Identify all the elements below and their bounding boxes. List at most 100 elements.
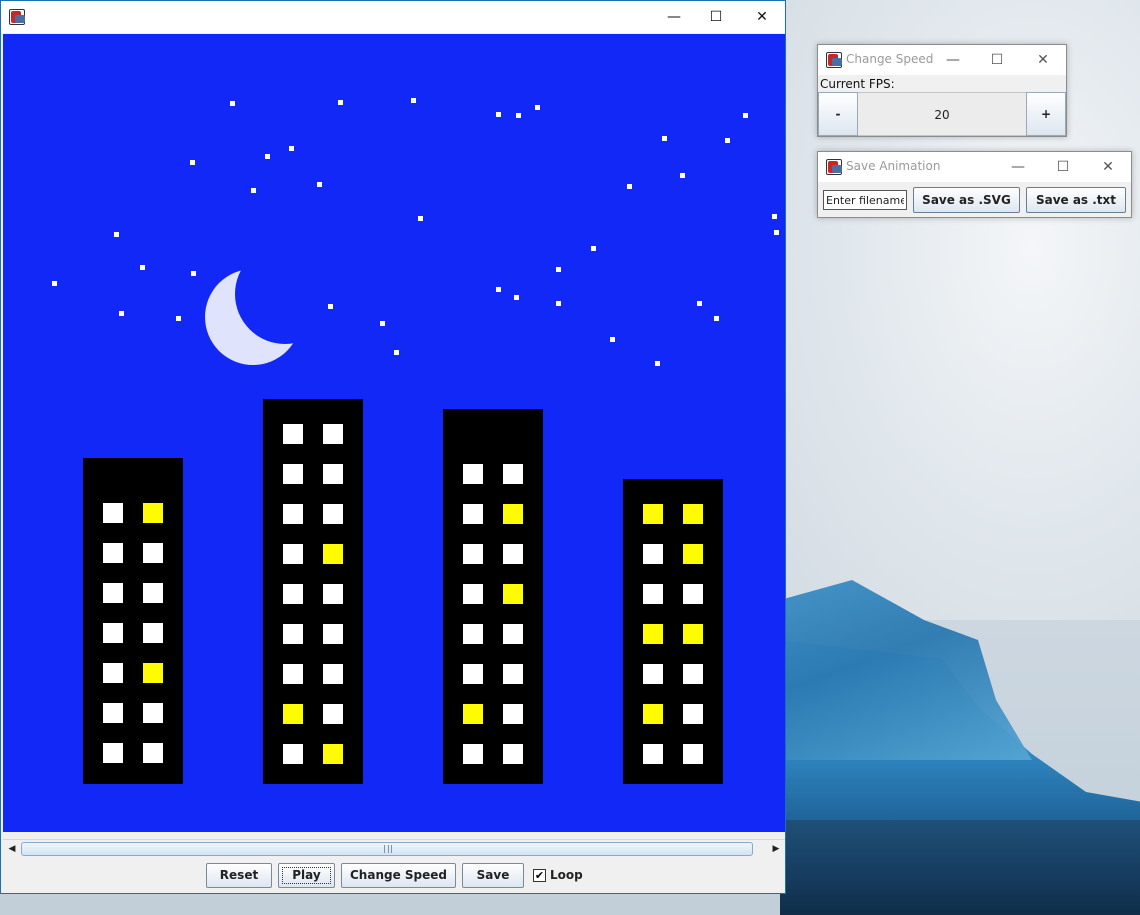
star xyxy=(655,361,660,366)
star xyxy=(743,113,748,118)
star xyxy=(556,301,561,306)
save-animation-titlebar[interactable]: Save Animation — ☐ ✕ xyxy=(818,152,1131,182)
save-animation-title: Save Animation xyxy=(846,159,941,173)
lit-window xyxy=(323,544,343,564)
star xyxy=(190,160,195,165)
star xyxy=(119,311,124,316)
lit-window xyxy=(683,504,703,524)
unlit-window xyxy=(643,584,663,604)
close-button[interactable]: ✕ xyxy=(1020,45,1066,75)
unlit-window xyxy=(683,664,703,684)
lit-window xyxy=(503,584,523,604)
unlit-window xyxy=(283,584,303,604)
save-svg-button[interactable]: Save as .SVG xyxy=(913,187,1020,213)
lit-window xyxy=(323,744,343,764)
unlit-window xyxy=(503,624,523,644)
unlit-window xyxy=(143,583,163,603)
unlit-window xyxy=(283,744,303,764)
star xyxy=(496,112,501,117)
unlit-window xyxy=(323,504,343,524)
star xyxy=(662,136,667,141)
desktop-sea xyxy=(780,820,1140,915)
unlit-window xyxy=(683,744,703,764)
close-button[interactable]: ✕ xyxy=(1085,152,1131,182)
star xyxy=(627,184,632,189)
star xyxy=(230,101,235,106)
minimize-button[interactable]: — xyxy=(995,152,1041,182)
unlit-window xyxy=(463,624,483,644)
unlit-window xyxy=(283,424,303,444)
save-button[interactable]: Save xyxy=(462,863,524,888)
unlit-window xyxy=(283,464,303,484)
main-titlebar[interactable]: — ☐ ✕ xyxy=(1,1,785,33)
star xyxy=(772,214,777,219)
star xyxy=(176,316,181,321)
lit-window xyxy=(283,704,303,724)
increase-fps-button[interactable]: + xyxy=(1026,92,1066,136)
star xyxy=(338,100,343,105)
filename-input[interactable] xyxy=(823,190,907,210)
lit-window xyxy=(643,504,663,524)
maximize-button[interactable]: ☐ xyxy=(693,1,739,33)
change-speed-button[interactable]: Change Speed xyxy=(341,863,456,888)
star xyxy=(535,105,540,110)
maximize-button[interactable]: ☐ xyxy=(1040,152,1086,182)
unlit-window xyxy=(463,544,483,564)
play-button[interactable]: Play xyxy=(278,863,335,888)
scroll-left-arrow[interactable]: ◀ xyxy=(5,842,19,856)
lit-window xyxy=(643,704,663,724)
close-button[interactable]: ✕ xyxy=(739,1,785,33)
star xyxy=(516,113,521,118)
building xyxy=(263,399,363,784)
unlit-window xyxy=(463,584,483,604)
unlit-window xyxy=(103,703,123,723)
change-speed-titlebar[interactable]: Change Speed — ☐ ✕ xyxy=(818,45,1066,75)
loop-checkbox[interactable]: ✔ xyxy=(533,869,546,882)
horizontal-scrollbar[interactable]: ◀ ▶ xyxy=(3,839,785,857)
unlit-window xyxy=(323,624,343,644)
current-fps-label: Current FPS: xyxy=(820,77,895,91)
save-animation-dialog: Save Animation — ☐ ✕ Save as .SVG Save a… xyxy=(817,151,1132,218)
save-txt-button[interactable]: Save as .txt xyxy=(1026,187,1126,213)
star xyxy=(394,350,399,355)
unlit-window xyxy=(103,503,123,523)
building xyxy=(83,458,183,784)
unlit-window xyxy=(683,704,703,724)
java-app-icon xyxy=(826,159,842,175)
unlit-window xyxy=(103,583,123,603)
unlit-window xyxy=(103,663,123,683)
reset-button[interactable]: Reset xyxy=(206,863,272,888)
unlit-window xyxy=(143,543,163,563)
loop-label: Loop xyxy=(550,868,583,882)
unlit-window xyxy=(463,664,483,684)
scroll-right-arrow[interactable]: ▶ xyxy=(769,842,783,856)
maximize-button[interactable]: ☐ xyxy=(974,45,1020,75)
unlit-window xyxy=(323,584,343,604)
grip-icon xyxy=(384,845,392,853)
unlit-window xyxy=(323,664,343,684)
unlit-window xyxy=(283,544,303,564)
scroll-thumb[interactable] xyxy=(21,842,753,856)
unlit-window xyxy=(503,664,523,684)
minimize-button[interactable]: — xyxy=(930,45,976,75)
star xyxy=(697,301,702,306)
unlit-window xyxy=(283,624,303,644)
unlit-window xyxy=(103,623,123,643)
lit-window xyxy=(643,624,663,644)
decrease-fps-button[interactable]: - xyxy=(818,92,858,136)
star xyxy=(725,138,730,143)
star xyxy=(380,321,385,326)
star xyxy=(191,271,196,276)
unlit-window xyxy=(503,464,523,484)
lit-window xyxy=(143,663,163,683)
unlit-window xyxy=(643,744,663,764)
unlit-window xyxy=(283,504,303,524)
star xyxy=(514,295,519,300)
star xyxy=(140,265,145,270)
star xyxy=(317,182,322,187)
minimize-button[interactable]: — xyxy=(651,1,697,33)
unlit-window xyxy=(503,704,523,724)
star xyxy=(591,246,596,251)
star xyxy=(265,154,270,159)
java-app-icon xyxy=(9,9,25,25)
